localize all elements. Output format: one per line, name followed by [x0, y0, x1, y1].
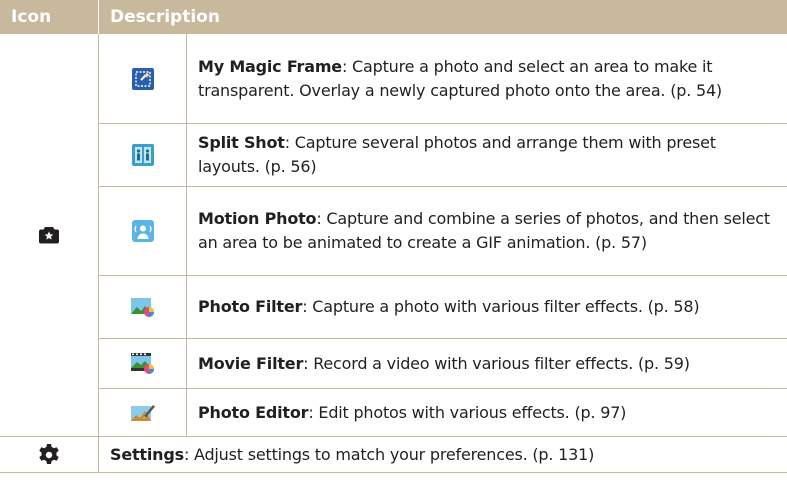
photo-editor-icon	[130, 404, 155, 421]
camera-group-icon-cell	[0, 34, 99, 436]
gear-icon	[39, 443, 59, 464]
item-text: : Edit photos with various effects. (p. …	[308, 402, 627, 422]
item-title: Photo Editor	[198, 402, 309, 422]
item-title: Movie Filter	[198, 353, 304, 373]
list-item: Motion Photo: Capture and combine a seri…	[99, 187, 787, 276]
item-text: : Record a video with various filter eff…	[303, 353, 690, 373]
list-item: Photo Filter: Capture a photo with vario…	[99, 276, 787, 339]
motion-photo-icon	[131, 220, 154, 242]
photo-filter-icon	[130, 298, 154, 317]
item-title: Motion Photo	[198, 209, 317, 228]
camera-mode-list: My Magic Frame: Capture a photo and sele…	[99, 34, 787, 436]
icon-description-table: Icon Description My Magic Frame: Capture…	[0, 0, 787, 473]
header-icon-column: Icon	[0, 0, 99, 34]
item-text: : Capture a photo with various filter ef…	[302, 297, 700, 316]
settings-title: Settings	[110, 444, 184, 464]
item-title: Photo Filter	[198, 297, 303, 316]
settings-text: : Adjust settings to match your preferen…	[183, 444, 595, 464]
camera-mode-group: My Magic Frame: Capture a photo and sele…	[0, 34, 787, 437]
split-shot-icon	[131, 144, 154, 166]
item-title: My Magic Frame	[198, 56, 342, 76]
magic-frame-icon	[131, 67, 154, 90]
settings-row: Settings: Adjust settings to match your …	[0, 437, 787, 473]
list-item: My Magic Frame: Capture a photo and sele…	[99, 34, 787, 124]
camera-star-icon	[39, 227, 59, 244]
header-description-column: Description	[110, 7, 220, 27]
table-header: Icon Description	[0, 0, 787, 34]
list-item: Photo Editor: Edit photos with various e…	[99, 389, 787, 436]
item-title: Split Shot	[198, 133, 285, 152]
list-item: Movie Filter: Record a video with variou…	[99, 339, 787, 389]
list-item: Split Shot: Capture several photos and a…	[99, 124, 787, 187]
settings-icon-cell	[0, 437, 99, 472]
movie-filter-icon	[130, 352, 154, 374]
